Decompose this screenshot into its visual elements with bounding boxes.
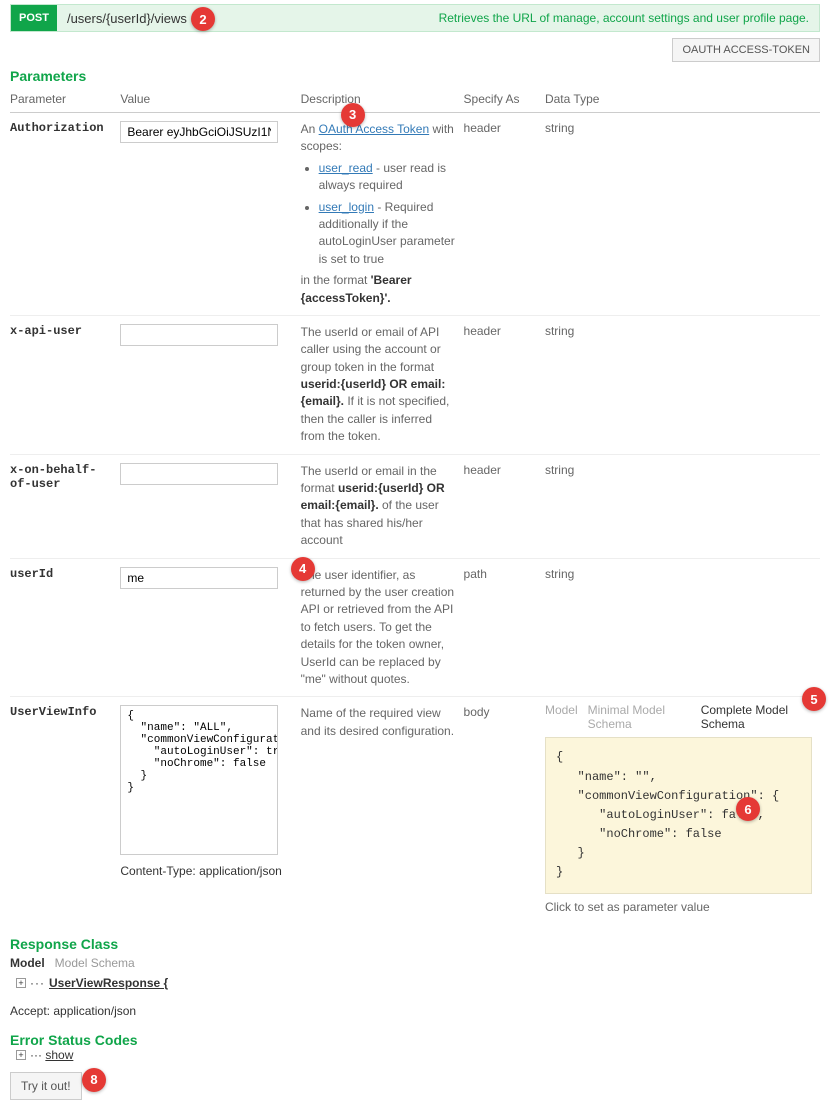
- api-panel: POST /users/{userId}/views Retrieves the…: [10, 4, 820, 1100]
- parameters-heading: Parameters: [10, 68, 820, 84]
- schema-tab-complete[interactable]: Complete Model Schema: [701, 703, 812, 731]
- col-parameter: Parameter: [10, 88, 120, 113]
- param-row-x-on-behalf: x-on-behalf-of-user The userId or email …: [10, 454, 820, 558]
- param-name: x-on-behalf-of-user: [10, 454, 120, 558]
- endpoint-path: /users/{userId}/views: [57, 11, 187, 26]
- scope-user-read-link[interactable]: user_read: [319, 161, 373, 175]
- x-on-behalf-input[interactable]: [120, 463, 278, 485]
- oauth-token-link[interactable]: OAuth Access Token: [319, 122, 430, 136]
- param-name: Authorization: [10, 113, 120, 316]
- callout-3: 3: [341, 103, 365, 127]
- param-specify: header: [464, 113, 545, 316]
- param-description: The user identifier, as returned by the …: [301, 558, 464, 697]
- param-name: UserViewInfo: [10, 697, 120, 922]
- expand-icon[interactable]: +: [16, 978, 26, 988]
- response-model-link[interactable]: UserViewResponse {: [49, 976, 168, 990]
- userid-input[interactable]: [120, 567, 278, 589]
- schema-tab-model[interactable]: Model: [545, 703, 578, 731]
- callout-2: 2: [191, 7, 215, 31]
- param-description: 3 An OAuth Access Token with scopes: use…: [301, 113, 464, 316]
- col-specify: Specify As: [464, 88, 545, 113]
- response-tabs: Model Model Schema: [10, 956, 820, 970]
- response-tab-schema[interactable]: Model Schema: [55, 956, 135, 970]
- param-specify: header: [464, 315, 545, 454]
- method-badge: POST: [11, 5, 57, 31]
- authorization-input[interactable]: [120, 121, 278, 143]
- try-it-out-button[interactable]: Try it out!: [10, 1072, 82, 1100]
- schema-tab-minimal[interactable]: Minimal Model Schema: [588, 703, 691, 731]
- col-datatype: Data Type: [545, 88, 820, 113]
- parameters-table: Parameter Value Description Specify As D…: [10, 88, 820, 922]
- param-description: The userId or email of API caller using …: [301, 315, 464, 454]
- response-model: + ··· UserViewResponse {: [10, 976, 820, 990]
- x-api-user-input[interactable]: [120, 324, 278, 346]
- schema-tabs: Model Minimal Model Schema Complete Mode…: [545, 703, 812, 731]
- accept-label: Accept: application/json: [10, 1004, 820, 1018]
- error-show-link[interactable]: show: [45, 1048, 73, 1062]
- endpoint-summary: Retrieves the URL of manage, account set…: [439, 11, 809, 25]
- schema-hint: Click to set as parameter value: [545, 900, 812, 914]
- col-value: Value: [120, 88, 300, 113]
- col-description: Description: [301, 88, 464, 113]
- param-specify: path: [464, 558, 545, 697]
- response-class-heading: Response Class: [10, 936, 820, 952]
- param-specify: body: [464, 697, 545, 922]
- oauth-token-button[interactable]: OAUTH ACCESS-TOKEN: [672, 38, 820, 62]
- callout-8: 8: [82, 1068, 106, 1092]
- param-description: Name of the required view and its desire…: [301, 697, 464, 922]
- param-description: The userId or email in the format userid…: [301, 454, 464, 558]
- param-name: x-api-user: [10, 315, 120, 454]
- param-dtype: string: [545, 558, 820, 697]
- param-row-authorization: Authorization 3 An OAuth Access Token wi…: [10, 113, 820, 316]
- param-name: userId: [10, 558, 120, 697]
- content-type-label: Content-Type: application/json: [120, 864, 292, 878]
- param-specify: header: [464, 454, 545, 558]
- ellipsis-icon: ···: [30, 1048, 42, 1062]
- ellipsis-icon: ···: [30, 976, 45, 990]
- param-row-userviewinfo: UserViewInfo Content-Type: application/j…: [10, 697, 820, 922]
- param-row-userid: userId 4 The user identifier, as returne…: [10, 558, 820, 697]
- expand-icon[interactable]: +: [16, 1050, 26, 1060]
- callout-5: 5: [802, 687, 826, 711]
- error-codes-heading: Error Status Codes: [10, 1032, 820, 1048]
- param-dtype: string: [545, 113, 820, 316]
- callout-4: 4: [291, 557, 315, 581]
- param-row-x-api-user: x-api-user The userId or email of API ca…: [10, 315, 820, 454]
- operation-header[interactable]: POST /users/{userId}/views Retrieves the…: [10, 4, 820, 32]
- param-dtype: string: [545, 454, 820, 558]
- response-tab-model[interactable]: Model: [10, 956, 45, 970]
- scope-user-login-link[interactable]: user_login: [319, 200, 374, 214]
- schema-code-box[interactable]: { "name": "", "commonViewConfiguration":…: [545, 737, 812, 893]
- userviewinfo-textarea[interactable]: [120, 705, 278, 855]
- param-dtype: string: [545, 315, 820, 454]
